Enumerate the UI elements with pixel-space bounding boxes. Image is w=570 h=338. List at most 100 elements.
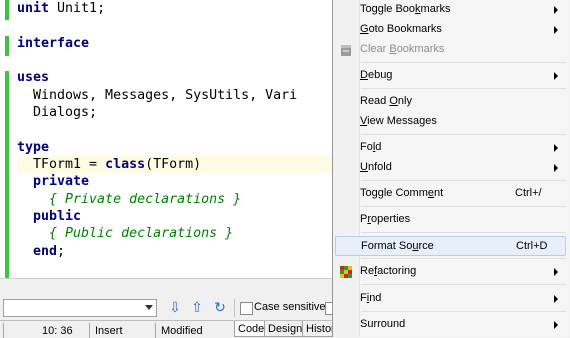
refresh-icon[interactable]: ↻: [211, 300, 229, 316]
menu-item-label: Debug: [360, 69, 392, 81]
menu-item-label: Find: [360, 292, 381, 304]
menu-item-label: Read Only: [360, 95, 412, 107]
menu-item-label: Refactoring: [360, 265, 416, 277]
menu-item-label: Goto Bookmarks: [360, 23, 442, 35]
label-text: ookmarks: [396, 43, 445, 55]
menu-item-unfold[interactable]: Unfold: [335, 158, 566, 178]
find-previous-icon[interactable]: ⇧: [188, 300, 206, 316]
code-keyword: type: [17, 139, 50, 155]
find-next-icon[interactable]: ⇩: [166, 300, 184, 316]
menu-separator: [361, 311, 566, 312]
menu-item-toggle-bookmarks[interactable]: Toggle Bookmarks: [335, 0, 566, 20]
code-line[interactable]: [17, 17, 332, 34]
menu-item-fold[interactable]: Fold: [335, 138, 566, 158]
code-editor[interactable]: unit Unit1; interface uses Windows, Messag…: [0, 0, 333, 278]
code-line[interactable]: [17, 52, 332, 69]
menu-item-refactoring[interactable]: Refactoring: [335, 262, 566, 282]
label-text: Read: [360, 95, 390, 107]
code-comment: { Public declarations }: [17, 226, 234, 242]
menu-item-clear-bookmarks[interactable]: Clear Bookmarks: [335, 40, 566, 60]
code-keyword: unit: [17, 1, 50, 16]
menu-item-read-only[interactable]: Read Only: [335, 92, 566, 112]
change-gutter: [0, 0, 12, 278]
code-identifier: Unit1;: [49, 1, 106, 16]
label-text: F: [360, 292, 367, 304]
label-text: Toggle Comm: [360, 187, 428, 199]
accelerator-key: G: [360, 23, 369, 35]
change-marker: [5, 0, 9, 20]
case-sensitive-checkbox[interactable]: [240, 302, 253, 315]
menu-item-view-messages[interactable]: View Messages: [335, 112, 566, 132]
code-text[interactable]: unit Unit1; interface uses Windows, Messag…: [17, 0, 332, 260]
menu-separator: [361, 134, 566, 135]
tab-design[interactable]: Design: [264, 321, 307, 337]
menu-item-label: Unfold: [360, 161, 392, 173]
menu-item-shortcut: Ctrl+D: [516, 240, 548, 252]
menu-separator: [361, 180, 566, 181]
menu-item-label: View Messages: [360, 115, 437, 127]
code-keyword: end: [17, 243, 58, 259]
menu-separator: [361, 62, 566, 63]
modified-indicator: Modified: [161, 325, 203, 337]
label-text: nt: [433, 187, 444, 199]
code-line[interactable]: interface: [17, 35, 332, 52]
code-line[interactable]: { Private declarations }: [17, 191, 332, 208]
code-line[interactable]: [17, 121, 332, 138]
menu-item-label: Format Source: [361, 240, 434, 252]
refactoring-cube-icon: [338, 264, 354, 280]
accelerator-key: O: [389, 95, 398, 107]
submenu-arrow-icon: [554, 144, 558, 152]
label-text: nly: [397, 95, 412, 107]
menu-item-surround[interactable]: Surround: [335, 315, 566, 335]
code-line[interactable]: Dialogs;: [17, 104, 332, 121]
label-text: oto Bookmarks: [368, 23, 442, 35]
clear-bookmarks-icon: [338, 42, 354, 58]
menu-item-properties[interactable]: Properties: [335, 210, 566, 230]
code-keyword: private: [17, 174, 90, 190]
menu-item-find[interactable]: Find: [335, 289, 566, 309]
chevron-down-icon[interactable]: [145, 305, 153, 310]
toolbar-separator: [234, 299, 235, 317]
code-line[interactable]: public: [17, 208, 332, 225]
code-line[interactable]: type: [17, 139, 332, 156]
code-keyword: class: [105, 157, 146, 173]
submenu-arrow-icon: [554, 72, 558, 80]
menu-separator: [361, 232, 566, 233]
code-line[interactable]: TForm1 = class(TForm): [17, 156, 332, 174]
code-line[interactable]: { Public declarations }: [17, 225, 332, 242]
code-keyword: interface: [17, 35, 90, 51]
label-text: Toggle Boo: [360, 3, 416, 15]
menu-item-debug[interactable]: Debug: [335, 66, 566, 86]
menu-item-label: Surround: [360, 318, 405, 330]
menu-separator: [361, 284, 566, 285]
label-text: operties: [371, 213, 411, 225]
code-identifier: ;: [57, 243, 66, 259]
search-input[interactable]: [3, 299, 157, 317]
submenu-arrow-icon: [554, 268, 558, 276]
code-comment: { Private declarations }: [17, 191, 242, 207]
case-sensitive-label: Case sensitive: [254, 301, 326, 313]
code-identifier: Windows, Messages, SysUtils, Vari: [17, 87, 298, 103]
menu-item-shortcut: Ctrl+/: [515, 187, 542, 199]
code-keyword: uses: [17, 70, 50, 86]
label-text: Clear: [360, 43, 390, 55]
code-line[interactable]: private: [17, 173, 332, 190]
menu-item-label: Clear Bookmarks: [360, 43, 444, 55]
submenu-arrow-icon: [554, 26, 558, 34]
code-line[interactable]: end;: [17, 243, 332, 260]
submenu-arrow-icon: [554, 164, 558, 172]
editor-context-menu: Toggle Bookmarks Goto Bookmarks Clear Book…: [332, 0, 569, 337]
label-text: iew Messages: [367, 115, 437, 127]
menu-item-goto-bookmarks[interactable]: Goto Bookmarks: [335, 20, 566, 40]
label-text: Fo: [360, 141, 373, 153]
submenu-arrow-icon: [554, 6, 558, 14]
label-text: rce: [418, 240, 434, 252]
code-line[interactable]: uses: [17, 69, 332, 86]
code-identifier: Dialogs;: [17, 105, 98, 121]
menu-item-format-source[interactable]: Format Source Ctrl+D: [335, 236, 566, 256]
label-text: nd: [369, 292, 382, 304]
code-line[interactable]: unit Unit1;: [17, 0, 332, 17]
menu-item-label: Fold: [360, 141, 381, 153]
code-line[interactable]: Windows, Messages, SysUtils, Vari: [17, 87, 332, 104]
menu-item-toggle-comment[interactable]: Toggle Comment Ctrl+/: [335, 184, 566, 204]
